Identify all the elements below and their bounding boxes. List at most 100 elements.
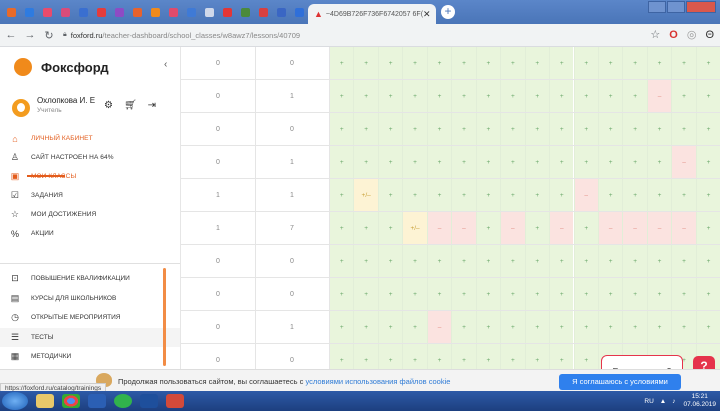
correct-answer-cell[interactable]: + xyxy=(329,344,354,369)
correct-answer-cell[interactable]: + xyxy=(695,278,720,310)
correct-answer-cell[interactable]: + xyxy=(475,146,501,178)
cart-icon[interactable]: 🛒︎ xyxy=(124,100,137,111)
correct-answer-cell[interactable]: + xyxy=(671,47,696,79)
correct-answer-cell[interactable]: + xyxy=(524,47,550,79)
correct-answer-cell[interactable]: + xyxy=(402,311,427,343)
video-icon[interactable] xyxy=(140,394,158,408)
word-icon[interactable] xyxy=(88,394,106,408)
cookie-terms-link[interactable]: условиями использования файлов cookie xyxy=(305,377,450,386)
sidebar-item[interactable]: ◷ ОТКРЫТЫЕ МЕРОПРИЯТИЯ xyxy=(0,308,180,328)
correct-answer-cell[interactable]: + xyxy=(451,80,476,112)
correct-answer-cell[interactable]: + xyxy=(671,113,696,145)
correct-answer-cell[interactable]: + xyxy=(500,80,525,112)
correct-answer-cell[interactable]: + xyxy=(524,311,550,343)
correct-answer-cell[interactable]: + xyxy=(500,179,525,211)
correct-answer-cell[interactable]: + xyxy=(329,146,354,178)
tab-icon[interactable] xyxy=(166,5,180,19)
correct-answer-cell[interactable]: + xyxy=(329,278,354,310)
correct-answer-cell[interactable]: + xyxy=(402,113,427,145)
correct-answer-cell[interactable]: + xyxy=(475,47,501,79)
correct-answer-cell[interactable]: + xyxy=(646,47,672,79)
correct-answer-cell[interactable]: + xyxy=(597,146,623,178)
wrong-answer-cell[interactable]: – xyxy=(622,212,647,244)
correct-answer-cell[interactable]: + xyxy=(353,146,378,178)
correct-answer-cell[interactable]: + xyxy=(597,311,623,343)
correct-answer-cell[interactable]: + xyxy=(426,80,452,112)
wrong-answer-cell[interactable]: – xyxy=(426,212,452,244)
correct-answer-cell[interactable]: + xyxy=(377,212,403,244)
close-tab-icon[interactable]: ✕ xyxy=(423,9,431,20)
correct-answer-cell[interactable]: + xyxy=(402,245,427,277)
tab-icon[interactable] xyxy=(292,5,306,19)
correct-answer-cell[interactable]: + xyxy=(597,278,623,310)
chrome-icon[interactable] xyxy=(62,394,80,408)
extension-icon[interactable]: ◎ xyxy=(687,28,697,41)
wrong-answer-cell[interactable]: – xyxy=(646,80,672,112)
settings-gear-icon[interactable]: ⚙ xyxy=(104,100,113,111)
profile-icon[interactable]: Θ xyxy=(705,29,714,41)
correct-answer-cell[interactable]: + xyxy=(695,47,720,79)
correct-answer-cell[interactable]: + xyxy=(402,278,427,310)
language-indicator[interactable]: RU xyxy=(644,398,653,405)
correct-answer-cell[interactable]: + xyxy=(622,278,647,310)
partial-answer-cell[interactable]: +/– xyxy=(402,212,427,244)
correct-answer-cell[interactable]: + xyxy=(377,80,403,112)
tab-icon[interactable] xyxy=(184,5,198,19)
correct-answer-cell[interactable]: + xyxy=(353,80,378,112)
tab-icon[interactable] xyxy=(238,5,252,19)
correct-answer-cell[interactable]: + xyxy=(646,278,672,310)
sidebar-item[interactable]: ♙ САЙТ НАСТРОЕН НА 64% xyxy=(0,148,180,167)
correct-answer-cell[interactable]: + xyxy=(402,179,427,211)
wrong-answer-cell[interactable]: – xyxy=(549,212,574,244)
correct-answer-cell[interactable]: + xyxy=(329,179,354,211)
correct-answer-cell[interactable]: + xyxy=(622,311,647,343)
correct-answer-cell[interactable]: + xyxy=(573,212,598,244)
tab-icon[interactable] xyxy=(76,5,90,19)
tab-icon[interactable] xyxy=(220,5,234,19)
wrong-answer-cell[interactable]: – xyxy=(426,311,452,343)
correct-answer-cell[interactable]: + xyxy=(549,146,574,178)
sidebar-scrollbar[interactable] xyxy=(163,268,166,366)
correct-answer-cell[interactable]: + xyxy=(622,47,647,79)
correct-answer-cell[interactable]: + xyxy=(573,245,598,277)
correct-answer-cell[interactable]: + xyxy=(597,245,623,277)
correct-answer-cell[interactable]: + xyxy=(549,179,574,211)
correct-answer-cell[interactable]: + xyxy=(402,146,427,178)
sidebar-item[interactable]: ⊡ ПОВЫШЕНИЕ КВАЛИФИКАЦИИ xyxy=(0,269,180,289)
start-button[interactable] xyxy=(2,392,28,410)
correct-answer-cell[interactable]: + xyxy=(573,47,598,79)
whatsapp-icon[interactable] xyxy=(114,394,132,408)
correct-answer-cell[interactable]: + xyxy=(524,179,550,211)
correct-answer-cell[interactable]: + xyxy=(329,47,354,79)
correct-answer-cell[interactable]: + xyxy=(329,80,354,112)
tab-icon[interactable] xyxy=(4,5,18,19)
correct-answer-cell[interactable]: + xyxy=(500,146,525,178)
sidebar-item[interactable]: % АКЦИИ xyxy=(0,224,180,243)
correct-answer-cell[interactable]: + xyxy=(353,212,378,244)
back-icon[interactable]: ← xyxy=(3,29,19,41)
correct-answer-cell[interactable]: + xyxy=(500,278,525,310)
url-field[interactable]: 🔒︎ foxford.ru/teacher-dashboard/school_c… xyxy=(63,31,300,40)
wrong-answer-cell[interactable]: – xyxy=(500,212,525,244)
sidebar-item[interactable]: ⌂ ЛИЧНЫЙ КАБИНЕТ xyxy=(0,129,180,148)
correct-answer-cell[interactable]: + xyxy=(695,113,720,145)
correct-answer-cell[interactable]: + xyxy=(353,245,378,277)
network-icon[interactable]: ▲ xyxy=(660,398,666,405)
tab-icon[interactable] xyxy=(130,5,144,19)
correct-answer-cell[interactable]: + xyxy=(573,80,598,112)
logout-icon[interactable]: ⇥ xyxy=(148,100,156,111)
correct-answer-cell[interactable]: + xyxy=(451,146,476,178)
correct-answer-cell[interactable]: + xyxy=(426,245,452,277)
correct-answer-cell[interactable]: + xyxy=(402,47,427,79)
correct-answer-cell[interactable]: + xyxy=(329,311,354,343)
correct-answer-cell[interactable]: + xyxy=(475,344,501,369)
correct-answer-cell[interactable]: + xyxy=(646,113,672,145)
correct-answer-cell[interactable]: + xyxy=(475,80,501,112)
correct-answer-cell[interactable]: + xyxy=(597,47,623,79)
correct-answer-cell[interactable]: + xyxy=(500,344,525,369)
correct-answer-cell[interactable]: + xyxy=(500,311,525,343)
correct-answer-cell[interactable]: + xyxy=(524,344,550,369)
volume-icon[interactable]: ♪ xyxy=(672,398,675,405)
tab-icon[interactable] xyxy=(58,5,72,19)
correct-answer-cell[interactable]: + xyxy=(524,278,550,310)
